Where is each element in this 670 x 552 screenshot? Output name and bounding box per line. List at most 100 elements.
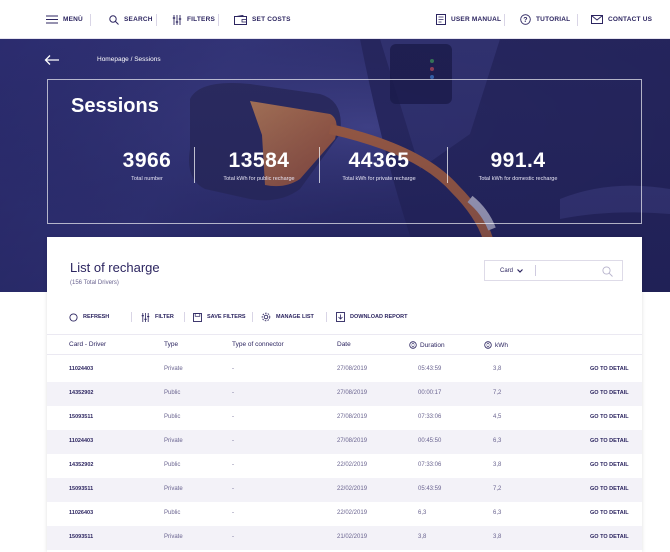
go-to-detail-link[interactable]: GO TO DETAIL xyxy=(590,390,629,396)
cell-kwh: 7,2 xyxy=(493,390,502,396)
table-row: 15093511 Private - 21/02/2019 3,8 3,8 GO… xyxy=(47,526,642,550)
recharge-list-card: List of recharge (156 Total Drivers) Car… xyxy=(47,237,642,552)
column-duration[interactable]: Duration xyxy=(409,341,445,349)
go-to-detail-link[interactable]: GO TO DETAIL xyxy=(590,414,629,420)
contact-us-button[interactable]: CONTACT US xyxy=(591,0,652,39)
column-duration-label: Duration xyxy=(420,341,445,349)
toolbar-divider xyxy=(218,14,219,26)
search-field-select[interactable]: Card xyxy=(485,268,535,274)
go-to-detail-link[interactable]: GO TO DETAIL xyxy=(590,438,629,444)
user-manual-button[interactable]: USER MANUAL xyxy=(436,0,501,39)
cell-connector: - xyxy=(232,510,234,516)
column-kwh[interactable]: kWh xyxy=(484,341,508,349)
cell-type: Private xyxy=(164,486,183,492)
contact-us-label: CONTACT US xyxy=(608,16,653,23)
download-report-label: DOWNLOAD REPORT xyxy=(350,314,408,320)
filters-label: FILTERS xyxy=(187,16,215,23)
stat-total-number: 3966 Total number xyxy=(112,149,182,182)
stat-label: Total kWh for domestic recharge xyxy=(478,176,558,182)
action-divider xyxy=(131,312,132,322)
cell-type: Private xyxy=(164,366,183,372)
download-report-button[interactable]: DOWNLOAD REPORT xyxy=(336,310,407,324)
action-divider xyxy=(252,312,253,322)
cell-connector: - xyxy=(232,438,234,444)
sliders-icon xyxy=(172,14,182,25)
cell-card: 15093511 xyxy=(69,534,94,540)
cell-card: 15093511 xyxy=(69,486,94,492)
user-manual-label: USER MANUAL xyxy=(451,16,502,23)
table-row: 11024403 Private - 27/08/2019 05:43:59 3… xyxy=(47,358,642,382)
cell-connector: - xyxy=(232,486,234,492)
stat-label: Total kWh for private recharge xyxy=(342,176,416,182)
stat-label: Total kWh for public recharge xyxy=(223,176,295,182)
go-to-detail-link[interactable]: GO TO DETAIL xyxy=(590,510,629,516)
stat-divider xyxy=(447,147,448,183)
cell-date: 22/02/2019 xyxy=(337,486,368,492)
sort-icon xyxy=(409,341,417,349)
stat-public-kwh: 13584 Total kWh for public recharge xyxy=(204,149,314,182)
go-to-detail-link[interactable]: GO TO DETAIL xyxy=(590,462,629,468)
cell-connector: - xyxy=(232,414,234,420)
table-row: 14352902 Public - 27/08/2019 00:00:17 7,… xyxy=(47,382,642,406)
stat-value: 991.4 xyxy=(490,149,546,172)
column-type: Type xyxy=(164,341,179,348)
cell-duration: 00:45:50 xyxy=(418,438,442,444)
cell-connector: - xyxy=(232,390,234,396)
set-costs-label: SET COSTS xyxy=(252,16,291,23)
cell-kwh: 6,3 xyxy=(493,510,502,516)
save-icon xyxy=(193,312,202,322)
filter-label: FILTER xyxy=(155,314,174,320)
table-row: 15093511 Public - 27/08/2019 07:33:06 4,… xyxy=(47,406,642,430)
filter-button[interactable]: FILTER xyxy=(141,310,174,324)
cell-card: 14352902 xyxy=(69,462,94,468)
cell-date: 27/08/2019 xyxy=(337,414,368,420)
cell-kwh: 3,8 xyxy=(493,534,502,540)
set-costs-button[interactable]: SET COSTS xyxy=(234,0,291,39)
go-to-detail-link[interactable]: GO TO DETAIL xyxy=(590,534,629,540)
stat-domestic-kwh: 991.4 Total kWh for domestic recharge xyxy=(462,149,574,182)
cell-connector: - xyxy=(232,462,234,468)
column-kwh-label: kWh xyxy=(495,341,508,349)
manage-list-button[interactable]: MANAGE LIST xyxy=(261,310,314,324)
menu-button[interactable]: MENÙ xyxy=(46,0,83,39)
go-to-detail-link[interactable]: GO TO DETAIL xyxy=(590,366,629,372)
tutorial-button[interactable]: ? TUTORIAL xyxy=(520,0,570,39)
stat-value: 13584 xyxy=(228,149,290,172)
cell-date: 27/08/2019 xyxy=(337,366,368,372)
cell-card: 15093511 xyxy=(69,414,94,420)
search-button[interactable]: SEARCH xyxy=(109,0,153,39)
back-arrow-icon[interactable] xyxy=(44,54,60,66)
stat-divider xyxy=(194,147,195,183)
cell-type: Public xyxy=(164,414,181,420)
menu-label: MENÙ xyxy=(63,16,83,23)
tutorial-label: TUTORIAL xyxy=(536,16,571,23)
stat-divider xyxy=(319,147,320,183)
toolbar-divider xyxy=(156,14,157,26)
cell-card: 14352902 xyxy=(69,390,94,396)
search-icon[interactable] xyxy=(602,266,613,277)
search-label: SEARCH xyxy=(124,16,153,23)
cell-connector: - xyxy=(232,534,234,540)
svg-text:?: ? xyxy=(523,17,527,24)
cell-duration: 05:43:59 xyxy=(418,486,442,492)
cell-duration: 07:33:06 xyxy=(418,414,442,420)
chevron-down-icon xyxy=(517,268,523,273)
refresh-button[interactable]: REFRESH xyxy=(69,310,109,324)
sliders-icon xyxy=(141,312,150,322)
cell-date: 21/02/2019 xyxy=(337,534,368,540)
cell-date: 22/02/2019 xyxy=(337,510,368,516)
save-filters-button[interactable]: SAVE FILTERS xyxy=(193,310,246,324)
cell-date: 27/08/2019 xyxy=(337,438,368,444)
search-field-select-value: Card xyxy=(500,267,514,274)
cell-duration: 00:00:17 xyxy=(418,390,442,396)
cell-connector: - xyxy=(232,366,234,372)
filters-button[interactable]: FILTERS xyxy=(172,0,215,39)
toolbar-divider xyxy=(90,14,91,26)
column-date: Date xyxy=(337,341,351,348)
stat-label: Total number xyxy=(131,176,163,182)
go-to-detail-link[interactable]: GO TO DETAIL xyxy=(590,486,629,492)
breadcrumb: Homepage / Sessions xyxy=(97,56,161,63)
help-icon: ? xyxy=(520,14,531,25)
stat-value: 3966 xyxy=(122,149,172,172)
sort-icon xyxy=(484,341,492,349)
